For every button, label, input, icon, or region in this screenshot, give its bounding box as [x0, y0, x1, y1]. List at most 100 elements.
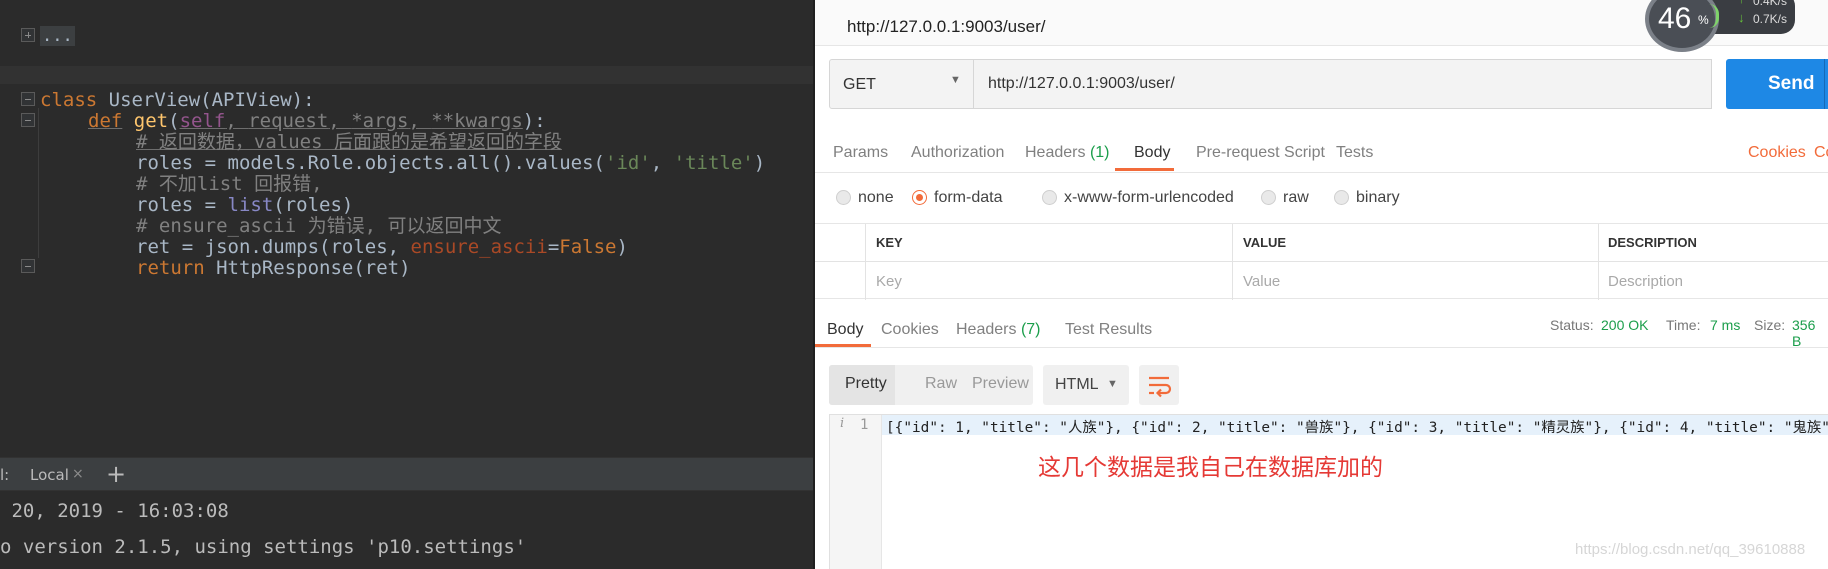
tab-local[interactable]: Local — [30, 466, 69, 484]
add-tab-icon[interactable]: + — [106, 460, 126, 488]
radio-label-form-data[interactable]: form-data — [934, 189, 1002, 207]
url-input[interactable] — [974, 59, 1712, 109]
code-editor[interactable]: ... class UserView(APIView): def get(sel… — [0, 0, 813, 569]
response-tab-cookies[interactable]: Cookies — [881, 321, 939, 339]
fold-end-icon[interactable] — [21, 259, 35, 273]
code-line-class: class UserView(APIView): — [40, 89, 315, 111]
request-tab-title[interactable]: http://127.0.0.1:9003/user/ — [847, 17, 1045, 37]
column-header-value: VALUE — [1243, 235, 1287, 250]
punctuation: = — [547, 236, 560, 258]
time-value[interactable]: 7 ms — [1710, 317, 1740, 333]
code-line-roles-list: roles = list(roles) — [136, 194, 353, 216]
headers-count: (1) — [1089, 144, 1110, 161]
tab-prerequest-script[interactable]: Pre-request Script — [1196, 144, 1325, 162]
radio-label-urlencoded[interactable]: x-www-form-urlencoded — [1064, 189, 1234, 207]
tab-tests[interactable]: Tests — [1336, 144, 1373, 162]
divider — [1598, 224, 1599, 300]
key-input[interactable]: Key — [876, 273, 902, 290]
code-line-comment: # ensure_ascii 为错误, 可以返回中文 — [136, 215, 501, 237]
code-text: roles = models.Role.objects.all().values… — [136, 152, 605, 174]
chevron-down-icon: ▼ — [1107, 378, 1118, 390]
info-icon: i — [840, 416, 845, 431]
builtin: list — [227, 194, 274, 216]
radio-raw[interactable] — [1261, 190, 1276, 205]
response-tab-headers[interactable]: Headers (7) — [956, 321, 1041, 339]
send-button[interactable]: Send ▼ — [1726, 59, 1828, 109]
collapsed-code-block[interactable]: ... — [40, 26, 75, 46]
preview-button[interactable]: Preview — [972, 375, 1029, 393]
tab-body[interactable]: Body — [1134, 144, 1170, 162]
raw-button[interactable]: Raw — [925, 375, 957, 393]
value-input[interactable]: Value — [1243, 273, 1280, 290]
keyword: class — [40, 89, 98, 111]
console-line: o version 2.1.5, using settings 'p10.set… — [0, 536, 527, 558]
response-tab-test-results[interactable]: Test Results — [1065, 321, 1152, 339]
param-kwargs: **kwargs — [431, 110, 523, 132]
code-link[interactable]: Co — [1814, 144, 1828, 162]
radio-none[interactable] — [836, 190, 851, 205]
close-icon[interactable]: × — [72, 466, 84, 482]
format-toggle-group: Pretty Raw Preview — [829, 365, 1033, 405]
fold-guide — [38, 108, 39, 258]
function-name: get — [133, 110, 169, 132]
status-label: Status: — [1550, 317, 1594, 333]
string: 'title' — [673, 152, 754, 174]
pretty-button[interactable]: Pretty — [845, 375, 887, 393]
caret-line-highlight — [0, 66, 813, 84]
code-line-comment: # 不加list 回报错, — [136, 173, 323, 195]
language-select[interactable]: HTML ▼ — [1043, 365, 1129, 405]
divider — [815, 347, 1828, 348]
run-label: l: — [0, 466, 10, 484]
column-header-description: DESCRIPTION — [1608, 235, 1697, 250]
divider — [865, 224, 866, 300]
code-text: (roles) — [273, 194, 354, 216]
line-number: 1 — [860, 417, 869, 433]
radio-label-none[interactable]: none — [858, 189, 894, 207]
fold-collapse-icon[interactable] — [21, 92, 35, 106]
comment: # ensure_ascii 为错误, 可以返回中文 — [136, 215, 502, 237]
tab-authorization[interactable]: Authorization — [911, 144, 1004, 162]
radio-binary[interactable] — [1334, 190, 1349, 205]
code-line-def: def get(self, request, *args, **kwargs): — [88, 110, 546, 132]
speed-percent: 46 — [1658, 2, 1692, 35]
response-tab-body[interactable]: Body — [827, 321, 863, 339]
keyword: return — [136, 257, 205, 279]
punctuation: , — [328, 110, 352, 132]
size-value[interactable]: 356 B — [1792, 317, 1828, 349]
code-line-ret: ret = json.dumps(roles, ensure_ascii=Fal… — [136, 236, 628, 258]
run-console: 20, 2019 - 16:03:08 o version 2.1.5, usi… — [0, 492, 813, 569]
description-input[interactable]: Description — [1608, 273, 1683, 290]
divider — [815, 261, 1828, 262]
language-label: HTML — [1055, 376, 1099, 393]
code-line-comment: # 返回数据，values 后面跟的是希望返回的字段 — [136, 131, 562, 153]
punctuation: , — [408, 110, 432, 132]
fold-expand-icon[interactable] — [21, 28, 35, 42]
comment: # 不加list 回报错, — [136, 173, 323, 195]
send-label: Send — [1768, 73, 1815, 94]
self-param: self — [179, 110, 226, 132]
postman-window: http://127.0.0.1:9003/user/ 46 % ↑ 0.4K/… — [813, 0, 1828, 569]
class-base: (APIView): — [200, 89, 315, 111]
punctuation: , — [225, 110, 249, 132]
response-json-line[interactable]: [{"id": 1, "title": "人族"}, {"id": 2, "ti… — [886, 416, 1828, 437]
divider — [1232, 224, 1233, 300]
radio-label-binary[interactable]: binary — [1356, 189, 1400, 207]
status-value[interactable]: 200 OK — [1601, 317, 1648, 333]
time-label: Time: — [1666, 317, 1701, 333]
speed-percent-sign: % — [1698, 13, 1709, 27]
radio-label-raw[interactable]: raw — [1283, 189, 1309, 207]
tab-params[interactable]: Params — [833, 144, 888, 162]
size-label: Size: — [1754, 317, 1786, 333]
wrap-lines-button[interactable] — [1139, 365, 1179, 405]
method-select[interactable]: GET ▼ — [829, 59, 974, 109]
radio-urlencoded[interactable] — [1042, 190, 1057, 205]
active-tab-indicator — [1115, 168, 1174, 171]
fold-collapse-icon[interactable] — [21, 113, 35, 127]
keyword-arg: ensure_ascii — [410, 236, 548, 258]
radio-form-data[interactable] — [912, 190, 927, 205]
annotation-text: 这几个数据是我自己在数据库加的 — [1038, 455, 1383, 481]
watermark: https://blog.csdn.net/qq_39610888 — [1575, 541, 1806, 558]
punctuation: ) — [616, 236, 628, 258]
cookies-link[interactable]: Cookies — [1748, 144, 1806, 162]
tab-headers[interactable]: Headers (1) — [1025, 144, 1110, 162]
